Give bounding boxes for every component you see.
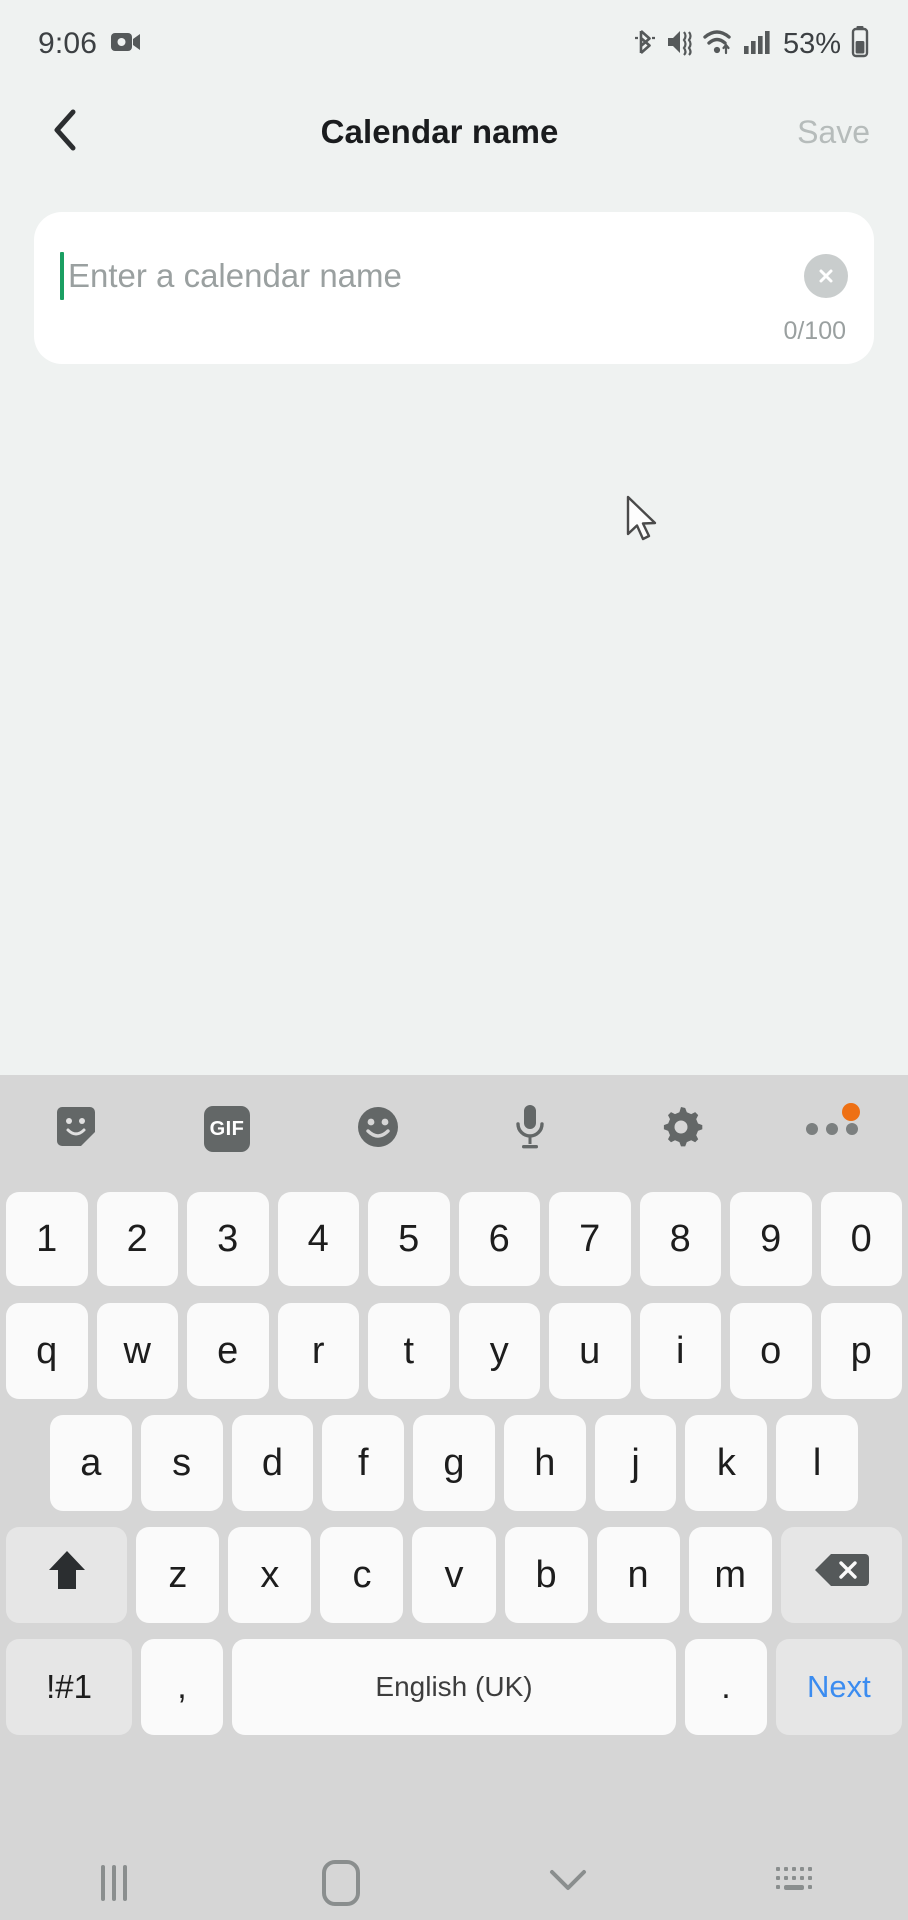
key-l[interactable]: l (776, 1415, 859, 1511)
keyboard-row-bottom-letters: z x c v b n m (6, 1519, 902, 1631)
page-title: Calendar name (320, 113, 559, 150)
hide-keyboard-button[interactable] (454, 1845, 681, 1920)
key-7[interactable]: 7 (549, 1192, 631, 1286)
key-s[interactable]: s (140, 1415, 223, 1511)
recents-button[interactable] (0, 1845, 227, 1920)
shift-key[interactable] (6, 1527, 128, 1623)
signal-icon (743, 27, 771, 62)
keyboard-key-rows: 1 2 3 4 5 6 7 8 9 0 q w e r t y u i o p … (0, 1183, 908, 1743)
status-bar-left: 9:06 (38, 27, 141, 61)
chevron-left-icon (47, 106, 83, 159)
recents-icon (100, 1864, 127, 1901)
key-w[interactable]: w (96, 1303, 178, 1399)
key-4[interactable]: 4 (277, 1192, 359, 1286)
microphone-icon (508, 1102, 552, 1157)
emoji-icon (354, 1103, 402, 1156)
keyboard-switcher-button[interactable] (681, 1845, 908, 1920)
home-icon (321, 1859, 360, 1906)
screen-record-icon (111, 31, 141, 58)
key-o[interactable]: o (730, 1303, 812, 1399)
key-9[interactable]: 9 (730, 1192, 812, 1286)
key-y[interactable]: y (458, 1303, 540, 1399)
keyboard: GIF 1 2 3 4 5 6 7 8 9 0 q w e r t y u i … (0, 1075, 908, 1845)
period-key[interactable]: . (685, 1639, 767, 1735)
more-options-button[interactable] (757, 1075, 908, 1183)
mouse-pointer (622, 494, 662, 551)
key-g[interactable]: g (413, 1415, 495, 1511)
key-f[interactable]: f (322, 1415, 405, 1511)
microphone-button[interactable] (454, 1075, 605, 1183)
key-8[interactable]: 8 (639, 1192, 721, 1286)
app-bar: Calendar name Save (0, 88, 908, 176)
key-x[interactable]: x (228, 1527, 312, 1623)
bluetooth-icon (633, 27, 657, 62)
key-e[interactable]: e (187, 1303, 269, 1399)
status-bar-right: 53% (633, 25, 870, 63)
key-u[interactable]: u (549, 1303, 631, 1399)
key-0[interactable]: 0 (820, 1192, 902, 1286)
character-counter: 0/100 (783, 317, 846, 345)
keyboard-row-function: !#1 , English (UK) . Next (6, 1631, 902, 1743)
more-options-icon (806, 1123, 859, 1135)
key-h[interactable]: h (503, 1415, 586, 1511)
symbols-key[interactable]: !#1 (6, 1639, 133, 1735)
navigation-bar (0, 1845, 908, 1920)
chevron-down-icon (547, 1866, 589, 1899)
sticker-button[interactable] (0, 1075, 151, 1183)
key-q[interactable]: q (6, 1303, 88, 1399)
home-button[interactable] (227, 1845, 454, 1920)
key-k[interactable]: k (685, 1415, 768, 1511)
phone-screen: 9:06 53% Calendar name Save Enter a cale… (0, 0, 908, 1920)
sticker-icon (52, 1103, 100, 1156)
space-key[interactable]: English (UK) (231, 1639, 677, 1735)
battery-icon (850, 25, 870, 63)
keyboard-toolbar: GIF (0, 1075, 908, 1183)
text-caret (60, 252, 64, 300)
keyboard-row-numbers: 1 2 3 4 5 6 7 8 9 0 (6, 1183, 902, 1295)
emoji-button[interactable] (303, 1075, 454, 1183)
wifi-icon (702, 27, 734, 62)
key-i[interactable]: i (639, 1303, 721, 1399)
key-r[interactable]: r (277, 1303, 359, 1399)
calendar-name-card: Enter a calendar name 0/100 (34, 212, 874, 364)
shift-arrow-icon (46, 1547, 88, 1603)
key-d[interactable]: d (231, 1415, 314, 1511)
key-3[interactable]: 3 (187, 1192, 269, 1286)
next-key[interactable]: Next (775, 1639, 902, 1735)
keyboard-settings-button[interactable] (605, 1075, 756, 1183)
mute-vibrate-icon (666, 27, 693, 62)
gif-button[interactable]: GIF (151, 1075, 302, 1183)
comma-key[interactable]: , (141, 1639, 223, 1735)
calendar-name-field-row: Enter a calendar name (60, 248, 848, 304)
key-m[interactable]: m (688, 1527, 772, 1623)
backspace-key[interactable] (780, 1527, 902, 1623)
key-v[interactable]: v (412, 1527, 496, 1623)
key-a[interactable]: a (49, 1415, 132, 1511)
backspace-icon (813, 1550, 870, 1600)
key-p[interactable]: p (820, 1303, 902, 1399)
gif-icon: GIF (203, 1106, 250, 1152)
gear-icon (658, 1104, 704, 1155)
calendar-name-input[interactable]: Enter a calendar name (68, 257, 804, 295)
keyboard-row-top: q w e r t y u i o p (6, 1295, 902, 1407)
key-b[interactable]: b (504, 1527, 588, 1623)
battery-percent: 53% (782, 27, 841, 60)
notification-badge-dot (841, 1103, 860, 1121)
key-n[interactable]: n (596, 1527, 680, 1623)
key-j[interactable]: j (594, 1415, 677, 1511)
key-5[interactable]: 5 (368, 1192, 450, 1286)
key-t[interactable]: t (368, 1303, 450, 1399)
key-2[interactable]: 2 (96, 1192, 178, 1286)
key-c[interactable]: c (320, 1527, 404, 1623)
key-6[interactable]: 6 (458, 1192, 540, 1286)
key-1[interactable]: 1 (6, 1192, 88, 1286)
status-clock: 9:06 (38, 27, 98, 60)
keyboard-icon (773, 1864, 817, 1901)
key-z[interactable]: z (136, 1527, 220, 1623)
clear-text-button[interactable] (804, 254, 848, 298)
status-bar: 9:06 53% (0, 0, 908, 88)
keyboard-row-home: a s d f g h j k l (6, 1407, 902, 1519)
save-button[interactable]: Save (793, 108, 874, 157)
